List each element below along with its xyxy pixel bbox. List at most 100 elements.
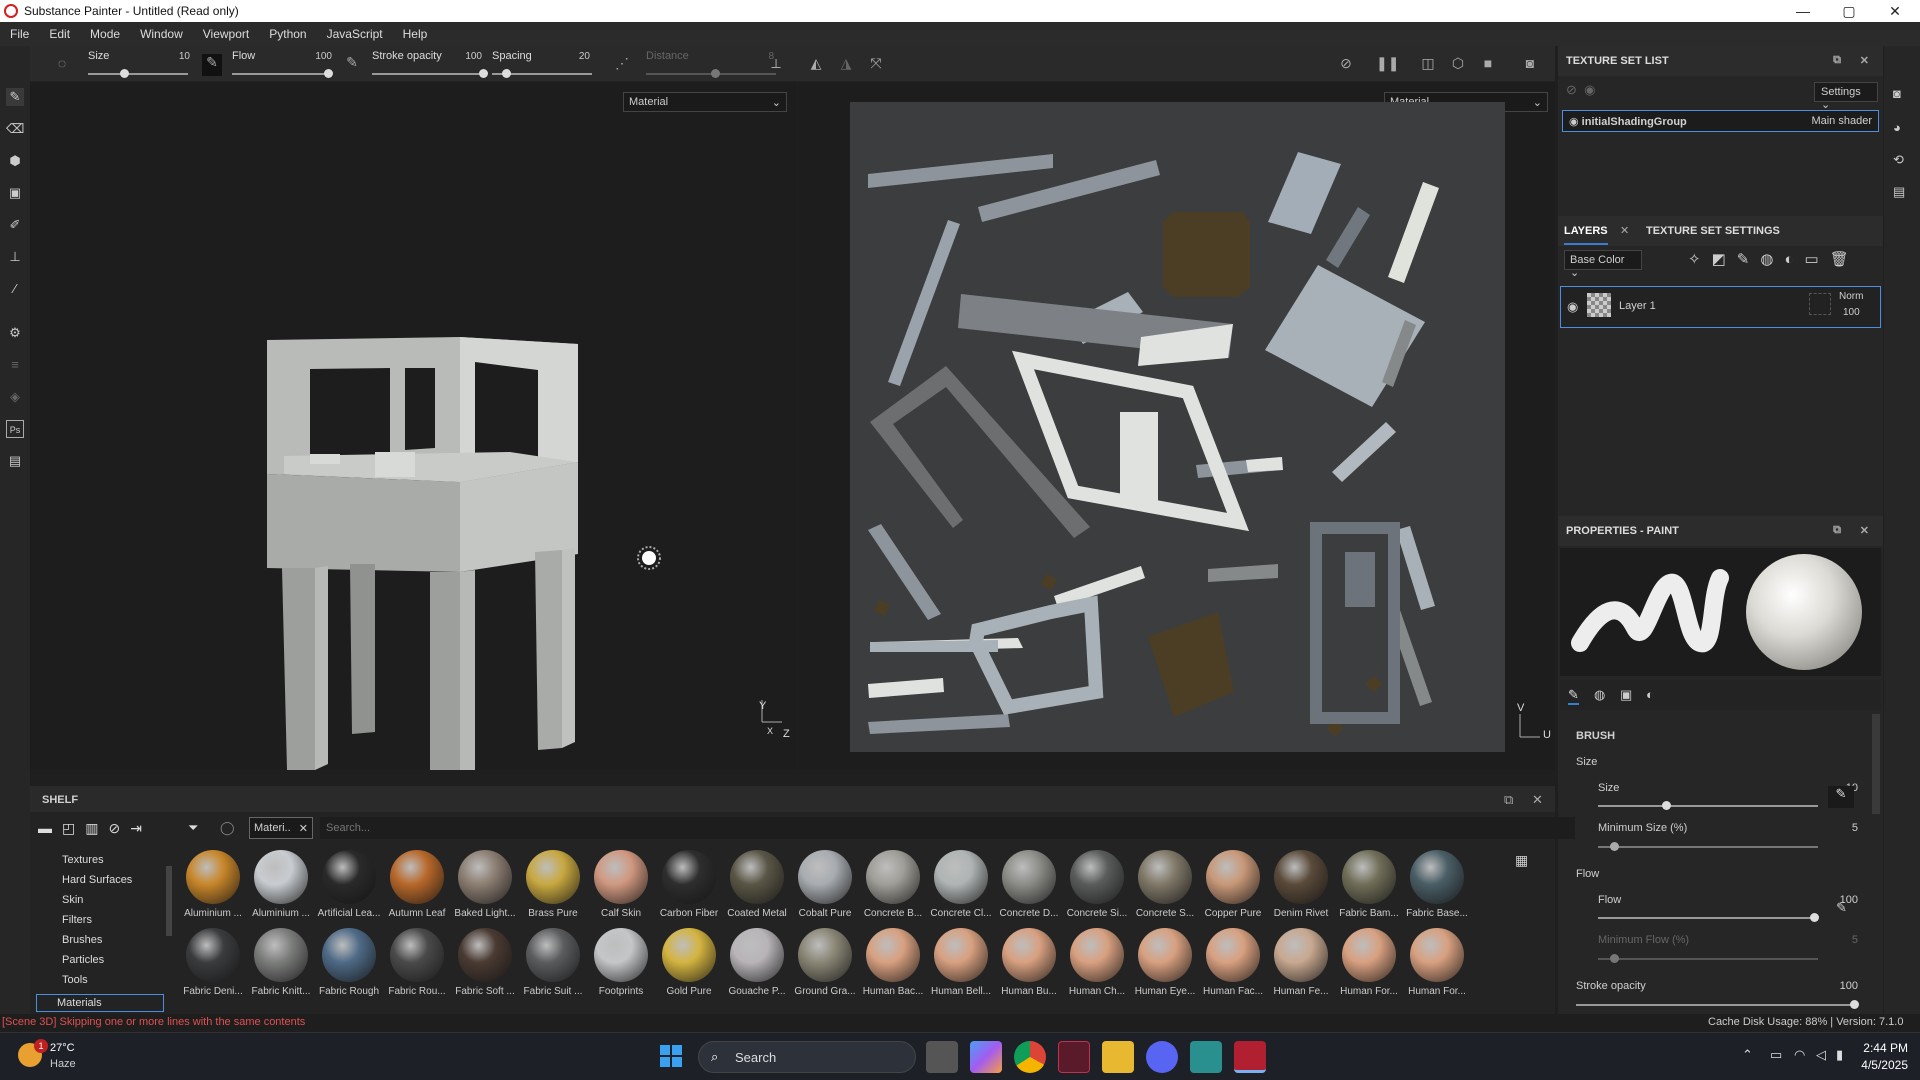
layer-visibility-icon[interactable]: ◉ (1567, 299, 1578, 315)
tab-material-icon[interactable]: ◍ (1594, 687, 1605, 703)
stroke-opacity-value[interactable]: 100 (442, 51, 482, 62)
category-filters[interactable]: Filters (62, 914, 92, 926)
material-thumbnail[interactable] (594, 850, 648, 904)
brush-size-slider[interactable] (1598, 801, 1818, 810)
history-icon[interactable]: ⟲ (1893, 152, 1904, 168)
material-thumbnail[interactable] (1410, 928, 1464, 982)
material-thumbnail[interactable] (1002, 928, 1056, 982)
add-smart-material-icon[interactable]: ◐ (1784, 251, 1804, 268)
size-pressure-icon[interactable]: ✎ (1828, 786, 1854, 808)
eye-icon[interactable]: ◉ (1569, 116, 1579, 128)
display-cube-icon[interactable]: ⬡ (1448, 55, 1468, 72)
float-panel-icon[interactable]: ⧉ (1833, 54, 1841, 67)
display-icon[interactable]: ▭ (1770, 1047, 1782, 1063)
lasso-icon[interactable]: ◌ (52, 55, 72, 71)
material-thumbnail[interactable] (254, 850, 308, 904)
import-icon[interactable]: ⇥ (130, 820, 152, 836)
min-size-slider[interactable] (1598, 842, 1818, 851)
grid-view-icon[interactable]: ▦ (1515, 852, 1528, 869)
material-thumbnail[interactable] (866, 850, 920, 904)
material-thumbnail[interactable] (934, 928, 988, 982)
category-materials[interactable]: Materials (36, 994, 164, 1012)
category-scrollbar[interactable] (166, 866, 172, 936)
size-value[interactable]: 10 (150, 51, 190, 62)
menu-file[interactable]: File (0, 27, 39, 41)
texture-set-row[interactable]: ◉ initialShadingGroup Main shader (1562, 110, 1879, 132)
viewport-2d[interactable]: Material⌄ (798, 82, 1555, 770)
close-properties-icon[interactable]: ✕ (1860, 524, 1869, 537)
file-explorer-icon[interactable] (1102, 1041, 1134, 1073)
chrome-icon[interactable] (1014, 1041, 1046, 1073)
eraser-icon[interactable]: ⌫ (6, 120, 24, 138)
material-thumbnail[interactable] (662, 928, 716, 982)
min-size-value[interactable]: 5 (1808, 822, 1858, 834)
pause-icon[interactable]: ❚❚ (1376, 55, 1399, 72)
stroke-opacity-prop-value[interactable]: 100 (1808, 980, 1858, 992)
bake-icon[interactable]: ⚙ (6, 324, 24, 342)
add-mask-icon[interactable]: ◩ (1712, 251, 1737, 268)
shader-name[interactable]: Main shader (1811, 115, 1872, 127)
min-flow-slider[interactable] (1598, 954, 1818, 963)
task-view-icon[interactable] (926, 1041, 958, 1073)
category-skin[interactable]: Skin (62, 894, 83, 906)
menu-python[interactable]: Python (259, 27, 316, 41)
hide-overlay-icon[interactable]: ⊘ (1336, 55, 1356, 72)
filter-circle-icon[interactable]: ◯ (220, 820, 235, 836)
app-v-icon[interactable] (1058, 1041, 1090, 1073)
material-thumbnail[interactable] (526, 850, 580, 904)
add-effect-icon[interactable]: ✧ (1688, 251, 1712, 268)
minimize-button[interactable]: — (1780, 0, 1826, 22)
material-thumbnail[interactable] (1274, 850, 1328, 904)
settings-dropdown[interactable]: Settings ⌄ (1814, 82, 1878, 111)
material-thumbnail[interactable] (458, 928, 512, 982)
transform-icon[interactable]: ⤧ (866, 55, 886, 72)
material-thumbnail[interactable] (1342, 928, 1396, 982)
material-thumbnail[interactable] (458, 850, 512, 904)
smudge-icon[interactable]: ✐ (6, 216, 24, 234)
material-thumbnail[interactable] (1206, 850, 1260, 904)
tray-chevron-icon[interactable]: ⌃ (1742, 1047, 1753, 1063)
flow-pressure-toggle-icon[interactable]: ✎ (1836, 900, 1847, 916)
log-icon[interactable]: ▤ (1893, 184, 1905, 200)
material-thumbnail[interactable] (1070, 850, 1124, 904)
stroke-opacity-slider[interactable] (372, 69, 488, 78)
material-thumbnail[interactable] (390, 928, 444, 982)
float-shelf-icon[interactable]: ⧉ (1504, 792, 1513, 808)
battery-icon[interactable]: ▮ (1836, 1047, 1843, 1063)
material-thumbnail[interactable] (186, 850, 240, 904)
size-slider[interactable] (88, 69, 188, 78)
material-thumbnail[interactable] (1070, 928, 1124, 982)
material-thumbnail[interactable] (798, 928, 852, 982)
add-fill-layer-icon[interactable]: ◍ (1760, 251, 1784, 268)
menu-help[interactable]: Help (393, 27, 438, 41)
layer-name[interactable]: Layer 1 (1619, 300, 1656, 312)
split-view-icon[interactable]: ◫ (1418, 55, 1438, 72)
menu-viewport[interactable]: Viewport (193, 27, 259, 41)
copilot-icon[interactable] (970, 1041, 1002, 1073)
lazy-mouse-icon[interactable]: ⋰ (612, 55, 632, 72)
shelf-search-input[interactable] (320, 817, 1575, 839)
material-thumbnail[interactable] (526, 928, 580, 982)
photoshop-export-icon[interactable]: Ps (6, 420, 24, 438)
spacing-slider[interactable] (492, 69, 592, 78)
material-thumbnail[interactable] (1342, 850, 1396, 904)
material-thumbnail[interactable] (1002, 850, 1056, 904)
material-thumbnail[interactable] (1138, 928, 1192, 982)
material-thumbnail[interactable] (322, 850, 376, 904)
clone-stamp-icon[interactable]: ⊥ (6, 248, 24, 266)
blend-mode[interactable]: Norm (1839, 291, 1863, 302)
new-shelf-icon[interactable]: ◰ (62, 820, 85, 836)
color-picker-icon[interactable]: ⁄ (6, 280, 24, 298)
category-textures[interactable]: Textures (62, 854, 104, 866)
material-thumbnail[interactable] (594, 928, 648, 982)
category-tools[interactable]: Tools (62, 974, 88, 986)
menu-javascript[interactable]: JavaScript (317, 27, 393, 41)
taskbar-search[interactable]: ⌕ Search (698, 1041, 916, 1073)
material-thumbnail[interactable] (866, 928, 920, 982)
distance-slider[interactable] (646, 69, 776, 78)
menu-mode[interactable]: Mode (80, 27, 130, 41)
brush-flow-slider[interactable] (1598, 913, 1819, 922)
clock-time[interactable]: 2:44 PM (1854, 1041, 1908, 1055)
add-folder-icon[interactable]: ▭ (1805, 251, 1830, 268)
camera-icon[interactable]: ■ (1478, 55, 1498, 71)
